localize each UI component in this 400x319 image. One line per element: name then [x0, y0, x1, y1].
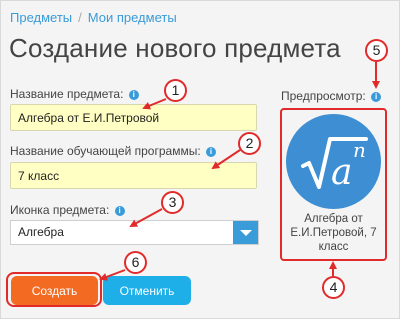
callout-arrow-2	[211, 149, 241, 170]
callout-3: 3	[161, 191, 184, 214]
callout-4: 4	[322, 276, 345, 299]
callout-arrow-1	[142, 98, 167, 110]
callout-arrow-6	[99, 269, 126, 281]
callout-6: 6	[124, 251, 147, 274]
callout-5: 5	[365, 39, 388, 62]
annotation-arrows	[99, 62, 380, 281]
callout-2: 2	[238, 132, 261, 155]
callout-1: 1	[164, 79, 187, 102]
callout-arrow-3	[129, 208, 163, 227]
